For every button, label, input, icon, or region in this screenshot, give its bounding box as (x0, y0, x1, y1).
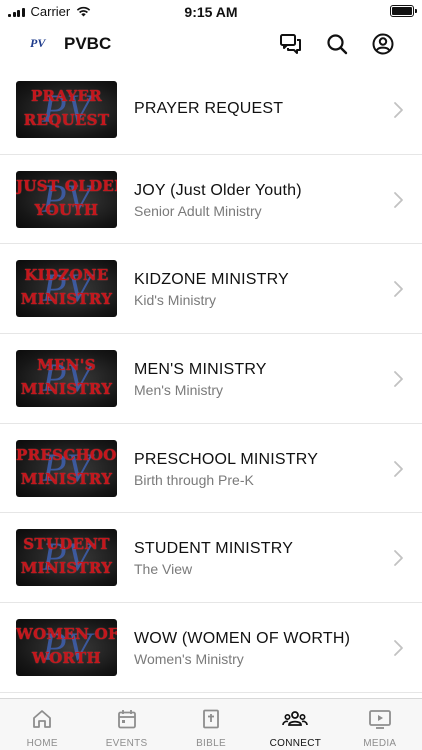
account-icon (372, 33, 394, 55)
list-item-subtitle: Birth through Pre-K (134, 471, 254, 488)
list-item[interactable]: PV JUST OLDER YOUTH JOY (Just Older Yout… (0, 155, 422, 245)
home-icon (31, 708, 53, 735)
list-item-subtitle: The View (134, 561, 193, 578)
profile-button[interactable] (370, 31, 396, 57)
thumbnail-line1: PRESCHOOL (16, 445, 117, 464)
tab-label: BIBLE (196, 738, 226, 749)
tab-label: CONNECT (269, 738, 322, 749)
thumbnail-line2: MINISTRY (20, 559, 113, 578)
list-item[interactable]: PV PRAYER REQUEST PRAYER REQUEST (0, 65, 422, 155)
chevron-right-icon (394, 191, 403, 208)
list-item-subtitle: Senior Adult Ministry (134, 202, 262, 219)
list-item-text: PRESCHOOL MINISTRY Birth through Pre-K (134, 451, 382, 488)
list-item[interactable]: PV KIDZONE MINISTRY KIDZONE MINISTRY Kid… (0, 244, 422, 335)
list-item-title: KIDZONE MINISTRY (134, 271, 289, 289)
thumbnail-line1: PRAYER (30, 87, 103, 105)
search-button[interactable] (324, 31, 350, 57)
tab-connect[interactable]: CONNECT (253, 699, 337, 750)
app-logo: PV (30, 36, 46, 50)
messages-button[interactable] (278, 31, 304, 57)
list-item[interactable]: PV STUDENT MINISTRY STUDENT MINISTRY The… (0, 513, 422, 604)
tab-media[interactable]: MEDIA (338, 699, 422, 750)
ministry-thumbnail: PV JUST OLDER YOUTH (16, 170, 117, 228)
ministry-thumbnail: PV PRAYER REQUEST (16, 81, 117, 138)
tab-events[interactable]: EVENTS (84, 699, 168, 750)
thumbnail-line2: REQUEST (23, 111, 110, 129)
thumbnail-line1: MEN'S (37, 356, 96, 375)
list-item-title: PRESCHOOL MINISTRY (134, 450, 319, 468)
tab-bible[interactable]: BIBLE (169, 699, 253, 750)
list-item[interactable]: PV MEN'S MINISTRY MEN'S MINISTRY Men's M… (0, 334, 422, 424)
tab-label: HOME (26, 738, 58, 749)
thumbnail-line2: MINISTRY (20, 290, 113, 309)
thumbnail-line1: JUST OLDER (16, 176, 117, 195)
thumbnail-line1: STUDENT (23, 535, 110, 554)
chevron-right-icon (394, 371, 403, 387)
chevron-right-icon (394, 550, 403, 567)
thumbnail-line2: YOUTH (34, 200, 99, 219)
list-item-subtitle: Men's Ministry (134, 382, 224, 399)
list-item-text: JOY (Just Older Youth) Senior Adult Mini… (134, 182, 382, 219)
chevron-right-icon (394, 281, 403, 298)
ministry-thumbnail: PV KIDZONE MINISTRY (16, 260, 117, 318)
list-item-text: STUDENT MINISTRY The View (134, 540, 382, 577)
status-time: 9:15 AM (184, 4, 238, 20)
list-item-text: PRAYER REQUEST (134, 100, 382, 118)
ministry-thumbnail: PV WOMEN OF WORTH (16, 619, 117, 677)
app-bar: PV PVBC (0, 24, 422, 64)
battery-icon (390, 5, 417, 17)
list-item-title: JOY (Just Older Youth) (134, 181, 302, 199)
status-bar: Carrier 9:15 AM (0, 0, 422, 22)
list-item-title: PRAYER REQUEST (134, 100, 284, 117)
thumbnail-line1: KIDZONE (24, 266, 109, 285)
ministry-thumbnail: PV PRESCHOOL MINISTRY (16, 439, 117, 497)
app-title: PVBC (64, 34, 112, 53)
people-icon (282, 708, 309, 735)
list-item-subtitle: Women's Ministry (134, 651, 244, 668)
ministry-thumbnail: PV STUDENT MINISTRY (16, 529, 117, 587)
ministry-thumbnail: PV MEN'S MINISTRY (16, 350, 117, 408)
tab-home[interactable]: HOME (0, 699, 84, 750)
calendar-icon (116, 708, 138, 735)
thumbnail-line2: MINISTRY (20, 469, 113, 488)
bible-icon (200, 708, 222, 735)
tab-bar: HOME EVENTS BIBLE CONNECT MEDIA (0, 698, 422, 750)
chat-icon (280, 34, 301, 54)
thumbnail-line2: WORTH (32, 649, 101, 668)
tab-label: EVENTS (105, 738, 148, 749)
list-item[interactable]: PV WOMEN OF WORTH WOW (WOMEN OF WORTH) W… (0, 603, 422, 693)
search-icon (327, 34, 348, 55)
list-item-title: STUDENT MINISTRY (134, 540, 294, 558)
list-item-title: MEN'S MINISTRY (134, 361, 267, 379)
thumbnail-line1: WOMEN OF (16, 625, 117, 644)
tab-label: MEDIA (363, 738, 397, 749)
list-item-subtitle: Kid's Ministry (134, 292, 217, 309)
list-item-text: MEN'S MINISTRY Men's Ministry (134, 361, 382, 398)
chevron-right-icon (394, 102, 403, 118)
play-icon (368, 708, 392, 735)
list-item-title: WOW (WOMEN OF WORTH) (134, 630, 351, 648)
thumbnail-line2: MINISTRY (20, 380, 113, 399)
ministry-list: PV PRAYER REQUEST PRAYER REQUEST PV JUST… (0, 65, 422, 693)
chevron-right-icon (394, 640, 403, 657)
chevron-right-icon (394, 460, 403, 477)
app-actions (278, 31, 396, 57)
list-item[interactable]: PV PRESCHOOL MINISTRY PRESCHOOL MINISTRY… (0, 424, 422, 514)
list-item-text: WOW (WOMEN OF WORTH) Women's Ministry (134, 630, 382, 667)
list-item-text: KIDZONE MINISTRY Kid's Ministry (134, 271, 382, 308)
